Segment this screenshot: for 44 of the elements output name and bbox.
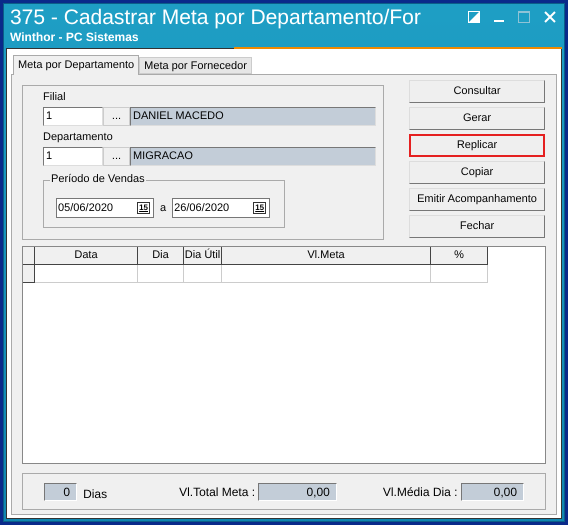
field-label: Vl.Média Dia : (382, 484, 458, 501)
days-field: 0 (44, 482, 78, 500)
field-label: Departamento (43, 130, 114, 144)
input-field[interactable]: 1 (43, 147, 103, 166)
date-field[interactable]: 26/06/2020 15 (172, 198, 270, 218)
calendar-icon[interactable]: 15 (253, 202, 266, 214)
action-button[interactable]: Emitir Acompanhamento (409, 188, 545, 211)
column-header[interactable]: % (431, 247, 488, 265)
table-cell (138, 265, 184, 283)
action-button[interactable]: Replicar (409, 134, 545, 157)
average-field: 0,00 (460, 482, 524, 500)
close-icon[interactable] (544, 11, 556, 23)
tab[interactable]: Meta por Fornecedor (139, 57, 252, 74)
field-label: Vl.Total Meta : (179, 484, 256, 501)
browse-button[interactable]: ... (103, 147, 130, 166)
window-subtitle: Winthor - PC Sistemas (10, 30, 140, 44)
action-button[interactable]: Gerar (409, 107, 545, 130)
table-cell (184, 265, 222, 283)
calendar-icon[interactable]: 15 (137, 202, 150, 214)
action-button[interactable]: Copiar (409, 161, 545, 184)
browse-button[interactable]: ... (103, 107, 130, 126)
table-cell (431, 265, 488, 283)
column-header[interactable]: Dia Útil (184, 247, 222, 265)
name-field: MIGRACAO (130, 147, 376, 166)
column-header[interactable]: Data (35, 247, 138, 265)
input-field[interactable]: 1 (43, 107, 103, 126)
row-header (23, 265, 35, 283)
date-value: 05/06/2020 (58, 200, 114, 216)
total-field: 0,00 (258, 482, 337, 500)
action-button[interactable]: Fechar (409, 215, 545, 238)
action-button[interactable]: Consultar (409, 80, 545, 103)
window-title: 375 - Cadastrar Meta por Departamento/For (10, 6, 422, 30)
date-value: 26/06/2020 (174, 200, 230, 216)
column-header[interactable]: Dia (138, 247, 184, 265)
name-field: DANIEL MACEDO (130, 107, 376, 126)
theme-icon[interactable] (468, 11, 480, 23)
maximize-icon[interactable] (518, 11, 530, 23)
date-field[interactable]: 05/06/2020 15 (56, 198, 154, 218)
header-corner (23, 247, 35, 265)
field-label: Dias (83, 486, 108, 502)
field-label: Filial (43, 90, 67, 104)
column-header[interactable]: Vl.Meta (222, 247, 431, 265)
date-separator: a (160, 200, 166, 216)
tab[interactable]: Meta por Departamento (13, 55, 140, 75)
